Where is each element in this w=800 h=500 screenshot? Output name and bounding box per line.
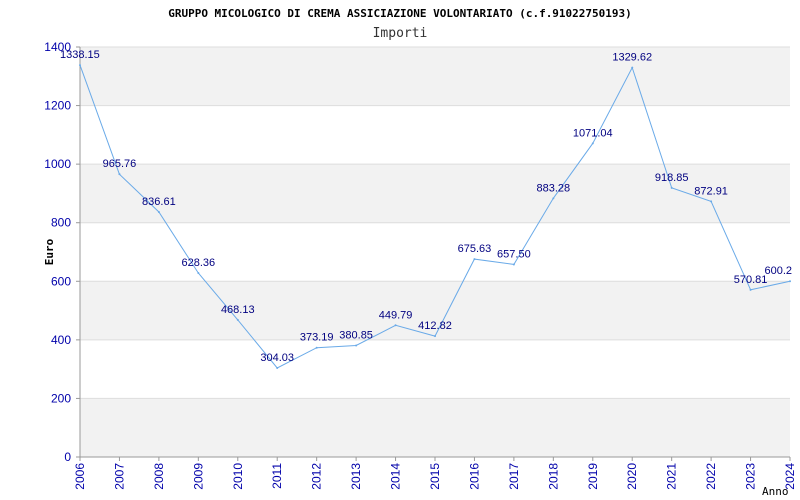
data-label: 570.81 <box>734 274 768 286</box>
y-tick-label: 400 <box>51 333 71 347</box>
y-axis-label: Euro <box>43 238 56 265</box>
chart-title: GRUPPO MICOLOGICO DI CREMA ASSICIAZIONE … <box>168 7 632 20</box>
x-tick-label: 2011 <box>270 463 284 489</box>
data-label: 468.13 <box>221 304 255 316</box>
data-point <box>710 200 713 203</box>
x-tick-label: 2015 <box>428 463 442 490</box>
x-tick-label: 2006 <box>73 463 87 490</box>
data-label: 883.28 <box>537 182 571 194</box>
y-tick-label: 200 <box>51 391 71 405</box>
x-tick-label: 2022 <box>704 463 718 490</box>
data-point <box>552 197 555 200</box>
data-point <box>118 173 121 176</box>
x-tick-label: 2017 <box>507 463 521 490</box>
data-label: 412.82 <box>418 320 452 332</box>
x-tick-labels: 2006 2007 2008 2009 2010 2011 2012 2013 2014 2015… <box>73 457 797 490</box>
y-tick-label: 0 <box>64 450 71 464</box>
data-label: 380.85 <box>339 329 373 341</box>
data-point <box>157 210 160 213</box>
chart-subtitle: Importi <box>373 26 428 41</box>
x-tick-label: 2019 <box>586 463 600 490</box>
x-tick-label: 2014 <box>389 463 403 490</box>
x-tick-label: 2013 <box>349 463 363 490</box>
data-label: 1071.04 <box>573 127 613 139</box>
data-label: 657.50 <box>497 248 531 260</box>
data-point <box>631 66 634 69</box>
data-label: 918.85 <box>655 172 689 184</box>
x-tick-label: 2007 <box>112 463 126 490</box>
data-label: 449.79 <box>379 309 413 321</box>
x-tick-label: 2020 <box>625 463 639 490</box>
x-tick-label: 2016 <box>467 463 481 490</box>
line-chart: 0200400600800100012001400 2006 2007 2008 20… <box>43 7 797 498</box>
data-label: 628.36 <box>182 257 216 269</box>
grid-band <box>80 47 790 106</box>
x-tick-label: 2008 <box>152 463 166 490</box>
data-label: 675.63 <box>458 243 492 255</box>
data-point <box>749 288 752 291</box>
data-label: 872.91 <box>694 185 728 197</box>
data-point <box>789 280 791 283</box>
grid-band <box>80 398 790 457</box>
grid-lines <box>76 46 790 458</box>
data-point <box>591 142 594 145</box>
x-tick-label: 2010 <box>231 463 245 490</box>
data-label: 1338.15 <box>60 49 100 61</box>
data-point <box>434 335 436 338</box>
data-point <box>473 258 476 261</box>
y-tick-label: 1200 <box>44 99 71 113</box>
x-tick-label: 2012 <box>310 463 324 490</box>
data-point <box>670 186 673 189</box>
x-tick-label: 2009 <box>191 463 205 490</box>
y-tick-label: 1000 <box>44 157 71 171</box>
x-axis-label: Anno <box>762 485 789 498</box>
data-point <box>355 344 358 347</box>
data-label: 965.76 <box>103 158 137 170</box>
data-label: 836.61 <box>142 196 176 208</box>
y-tick-label: 600 <box>51 274 71 288</box>
data-label: 1329.62 <box>612 52 652 64</box>
x-tick-label: 2018 <box>546 463 560 490</box>
data-point <box>394 324 397 327</box>
x-tick-label: 2021 <box>665 463 679 490</box>
data-label: 373.19 <box>300 332 334 344</box>
data-point <box>276 366 279 369</box>
data-label: 600.2 <box>764 265 792 277</box>
data-point <box>512 263 515 266</box>
grid-bands <box>80 47 790 457</box>
data-label: 304.03 <box>260 352 294 364</box>
data-point <box>197 271 200 274</box>
data-point <box>236 318 239 321</box>
x-tick-label: 2023 <box>744 463 758 490</box>
data-point <box>315 346 318 349</box>
data-point <box>79 64 81 67</box>
y-tick-label: 800 <box>51 216 71 230</box>
